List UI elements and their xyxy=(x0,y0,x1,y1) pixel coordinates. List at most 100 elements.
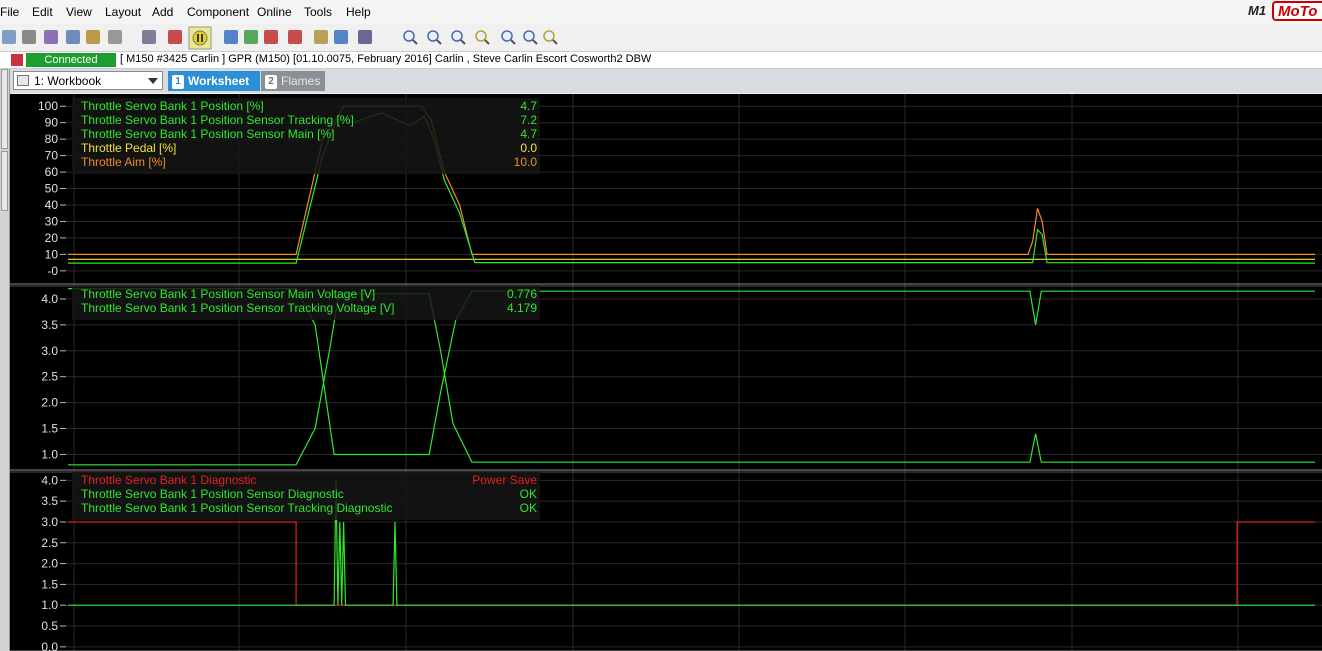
workbook-icon xyxy=(17,75,29,86)
y-tick-label: 60 xyxy=(45,165,59,179)
motec-logo: MoTo xyxy=(1272,1,1322,21)
legend-label[interactable]: Throttle Servo Bank 1 Position [%] xyxy=(81,99,264,113)
icon-shape xyxy=(66,30,80,44)
save-icon[interactable] xyxy=(22,30,36,44)
workbook-label: 1: Workbook xyxy=(34,74,102,88)
menu-layout[interactable]: Layout xyxy=(105,5,141,19)
lens-handle xyxy=(484,39,490,45)
y-tick-label: 2.5 xyxy=(41,370,58,384)
print-icon[interactable] xyxy=(44,30,58,44)
tab-number: 1 xyxy=(172,75,184,89)
redo-icon[interactable] xyxy=(142,30,156,44)
zoom-y-icon[interactable] xyxy=(543,30,558,45)
y-tick-label: 3.0 xyxy=(41,515,58,529)
graph-pane-position[interactable]: 100 90 80 70 60 50 40 30 20 10 -0 Throttle Servo Ba… xyxy=(10,98,1322,287)
chevron-down-icon[interactable] xyxy=(148,78,158,84)
tab-flames[interactable]: 2 Flames xyxy=(261,71,325,91)
icon-shape xyxy=(2,30,16,44)
menu-tools[interactable]: Tools xyxy=(304,5,332,19)
legend-label[interactable]: Throttle Servo Bank 1 Diagnostic xyxy=(81,473,256,487)
y-tick-label: 4.0 xyxy=(41,473,58,487)
grid-icon[interactable] xyxy=(244,30,258,44)
legend-label[interactable]: Throttle Servo Bank 1 Position Sensor Tr… xyxy=(81,113,354,127)
tab-label: Flames xyxy=(281,74,321,88)
copy-icon[interactable] xyxy=(66,30,80,44)
time-graph-svg[interactable]: 100 90 80 70 60 50 40 30 20 10 -0 Throttle Servo Ba… xyxy=(10,94,1322,651)
y-tick-label: 1.5 xyxy=(41,422,58,436)
lens xyxy=(543,30,555,42)
zoom-x-in-icon[interactable] xyxy=(501,30,516,45)
open-icon[interactable] xyxy=(2,30,16,44)
legend-label[interactable]: Throttle Servo Bank 1 Position Sensor Ma… xyxy=(81,127,334,141)
y-tick-label: 10 xyxy=(45,247,59,261)
menu-help[interactable]: Help xyxy=(346,5,371,19)
pause-bar xyxy=(201,34,203,42)
y-tick-label: 20 xyxy=(45,231,59,245)
undo-icon[interactable] xyxy=(108,30,122,44)
legend-label[interactable]: Throttle Servo Bank 1 Position Sensor Tr… xyxy=(81,301,395,315)
legend-value: 7.2 xyxy=(520,113,537,127)
settings-icon[interactable] xyxy=(314,30,328,44)
zoom-in-icon[interactable] xyxy=(427,30,442,45)
lens-handle xyxy=(532,39,538,45)
zoom-fit-icon[interactable] xyxy=(475,30,490,45)
workbook-select[interactable]: 1: Workbook xyxy=(13,71,163,90)
tab-worksheet[interactable]: 1 Worksheet xyxy=(168,71,260,91)
icon-shape xyxy=(358,30,372,44)
legend-label[interactable]: Throttle Pedal [%] xyxy=(81,141,176,155)
pause-icon[interactable] xyxy=(188,26,212,50)
icon-shape xyxy=(334,30,348,44)
side-tab-quick-launch[interactable] xyxy=(1,69,8,149)
window-icon[interactable] xyxy=(334,30,348,44)
legend-label[interactable]: Throttle Servo Bank 1 Position Sensor Ma… xyxy=(81,287,375,301)
icon-shape xyxy=(288,30,302,44)
legend: Throttle Servo Bank 1 Position [%] 4.7 Thr… xyxy=(72,98,540,174)
pause-bar xyxy=(197,34,199,42)
legend: Throttle Servo Bank 1 Position Sensor Ma… xyxy=(72,286,540,320)
tile-icon[interactable] xyxy=(224,30,238,44)
zoom-x-out-icon[interactable] xyxy=(523,30,538,45)
record-icon[interactable] xyxy=(168,30,182,44)
cursor-icon[interactable] xyxy=(358,30,372,44)
y-tick-label: 100 xyxy=(38,99,58,113)
menu-add[interactable]: Add xyxy=(152,5,173,19)
paste-icon[interactable] xyxy=(86,30,100,44)
menu-view[interactable]: View xyxy=(66,5,92,19)
time-graph[interactable]: 100 90 80 70 60 50 40 30 20 10 -0 Throttle Servo Ba… xyxy=(10,94,1322,651)
menu-online[interactable]: Online xyxy=(257,5,292,19)
icon-shape xyxy=(264,30,278,44)
y-tick-label: 50 xyxy=(45,182,59,196)
menu-edit[interactable]: Edit xyxy=(32,5,53,19)
legend-value: OK xyxy=(520,487,537,501)
graph-icon[interactable] xyxy=(264,30,278,44)
y-tick-label: 2.0 xyxy=(41,396,58,410)
menu-component[interactable]: Component xyxy=(187,5,249,19)
legend-value: 4.179 xyxy=(507,301,537,315)
icon-shape xyxy=(224,30,238,44)
status-bar: Connected [ M150 #3425 Carlin ] GPR (M15… xyxy=(0,51,1322,69)
lens-handle xyxy=(460,39,466,45)
icon-shape xyxy=(168,30,182,44)
legend-value: OK xyxy=(520,501,537,515)
zoom-out-icon[interactable] xyxy=(451,30,466,45)
side-tab-layouts[interactable] xyxy=(1,151,8,211)
side-panel xyxy=(0,69,10,651)
y-tick-label: 3.5 xyxy=(41,318,58,332)
y-tick-label: 3.0 xyxy=(41,344,58,358)
legend-label[interactable]: Throttle Servo Bank 1 Position Sensor Tr… xyxy=(81,501,392,515)
lens xyxy=(403,30,415,42)
legend-label[interactable]: Throttle Aim [%] xyxy=(81,155,166,169)
y-tick-label: 40 xyxy=(45,198,59,212)
y-tick-label: 0.5 xyxy=(41,619,58,633)
y-tick-label: 4.0 xyxy=(41,292,58,306)
menu-file[interactable]: File xyxy=(0,5,19,19)
icon-shape xyxy=(44,30,58,44)
zoom-icon[interactable] xyxy=(403,30,418,45)
icon-shape xyxy=(108,30,122,44)
legend-value: 4.7 xyxy=(520,99,537,113)
legend-label[interactable]: Throttle Servo Bank 1 Position Sensor Di… xyxy=(81,487,344,501)
marker-icon[interactable] xyxy=(288,30,302,44)
graph-pane-diagnostic[interactable]: 4.0 3.5 3.0 2.5 2.0 1.5 1.0 0.5 0.0 Throttle Serv… xyxy=(10,472,1322,651)
graph-pane-voltage[interactable]: 4.0 3.5 3.0 2.5 2.0 1.5 1.0 Throttle Servo Bank… xyxy=(10,286,1322,473)
legend-value: 0.776 xyxy=(507,287,537,301)
